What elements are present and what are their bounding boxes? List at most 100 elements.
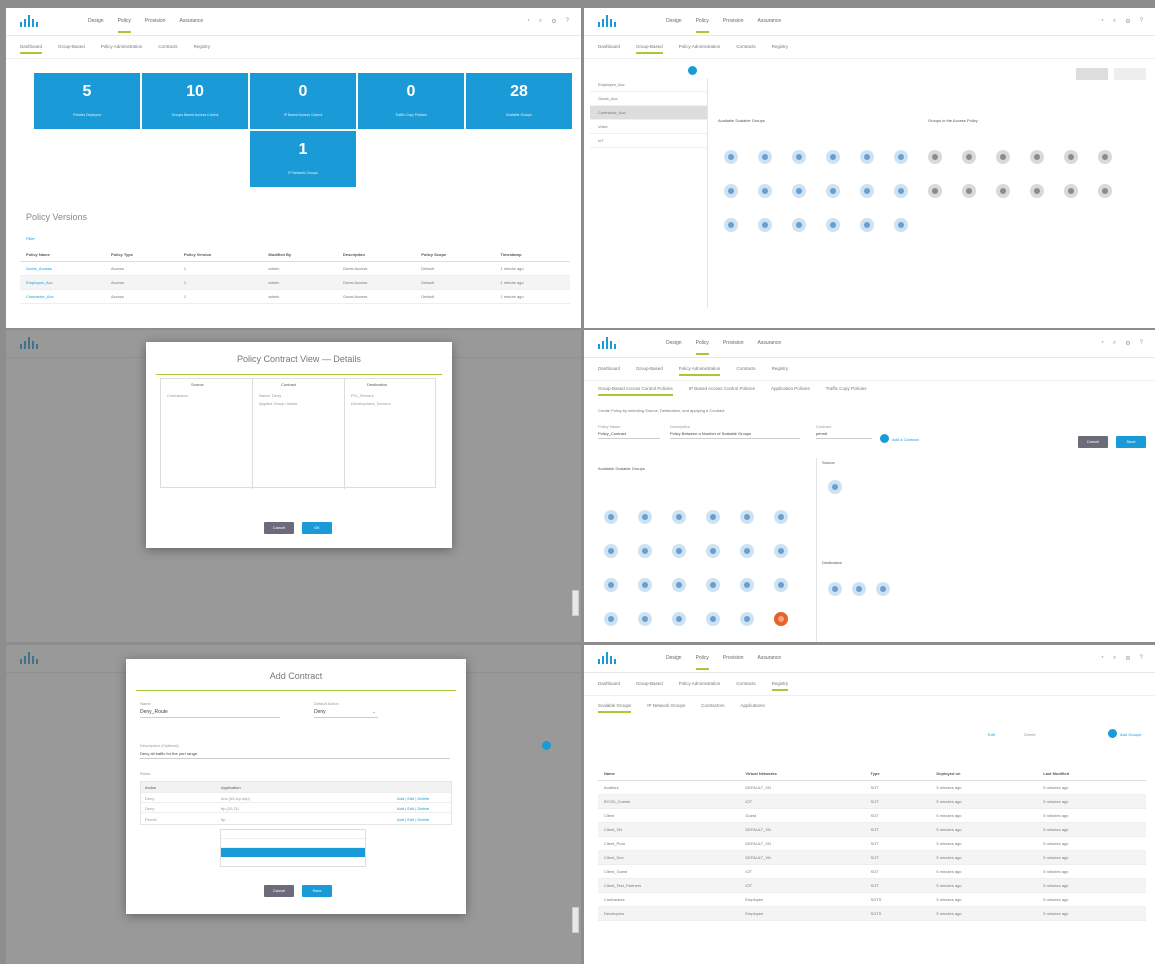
default-action-select[interactable]: Deny <box>314 709 326 715</box>
help-icon[interactable]: ? <box>1140 18 1143 25</box>
side-panel-handle[interactable] <box>572 590 579 616</box>
tab-registry[interactable]: Registry <box>772 366 789 371</box>
table-row[interactable]: Contractor_Acc Access 1 admin Guest Access De… <box>20 289 570 304</box>
scalable-group-icon[interactable] <box>672 510 686 524</box>
bell-icon[interactable]: ◔ <box>1100 655 1104 662</box>
table-row[interactable]: Employee_Acc Access 1 admin Guest Access Defa… <box>20 275 570 290</box>
nav-design[interactable]: Design <box>666 18 682 24</box>
tab-application[interactable]: Application Policies <box>771 386 810 391</box>
scalable-group-icon[interactable] <box>1098 150 1112 164</box>
cancel-button[interactable]: Cancel <box>264 522 294 534</box>
tab-dashboard[interactable]: Dashboard <box>598 44 620 49</box>
scalable-group-icon[interactable] <box>826 218 840 232</box>
contract-value[interactable]: permit <box>816 431 827 436</box>
table-row[interactable]: Permit ftp Add | Edit | Delete <box>141 812 451 824</box>
scalable-group-icon[interactable] <box>724 150 738 164</box>
scalable-group-icon[interactable] <box>996 184 1010 198</box>
table-row[interactable]: BYOD_Guests IOT SGT 5 minutes ago 5 minutes … <box>598 794 1146 809</box>
tab-contractors[interactable]: Contractors <box>701 703 724 708</box>
list-item[interactable]: Voice <box>590 120 707 134</box>
scalable-group-icon[interactable] <box>996 150 1010 164</box>
tab-dashboard[interactable]: Dashboard <box>598 681 620 686</box>
scalable-group-icon[interactable] <box>894 184 908 198</box>
table-row[interactable]: Deny ftp (20,21) Add | Edit | Delete <box>141 802 451 812</box>
dest-group-icon[interactable] <box>828 582 842 596</box>
scalable-group-icon[interactable] <box>740 544 754 558</box>
filter-link[interactable]: Filter <box>26 236 35 241</box>
table-row[interactable]: Client_Dev DEFAULT_VN SGT 5 minutes ago 5 mi… <box>598 850 1146 865</box>
scalable-group-icon[interactable] <box>604 612 618 626</box>
tab-policy-administration[interactable]: Policy Administration <box>678 366 720 376</box>
scalable-group-icon[interactable] <box>1064 184 1078 198</box>
tab-scalable-groups[interactable]: Scalable Groups <box>598 703 632 713</box>
tab-group-based[interactable]: Group-Based <box>58 44 85 49</box>
nav-assurance[interactable]: Assurance <box>758 655 782 661</box>
scalable-group-icon[interactable] <box>792 150 806 164</box>
add-group-icon[interactable] <box>688 66 697 75</box>
help-icon[interactable]: ? <box>1140 655 1143 662</box>
policy-name-value[interactable]: Policy_Contract <box>598 431 626 436</box>
rule-actions[interactable]: Add | Edit | Delete <box>397 817 429 822</box>
tab-policy-administration[interactable]: Policy Administration <box>679 681 721 686</box>
search-icon[interactable]: ⌕ <box>1113 18 1116 25</box>
tile-ip-access[interactable]: 0 IP Based Access Control <box>250 73 356 129</box>
gear-icon[interactable]: ⚙ <box>551 18 556 25</box>
tile-group-access[interactable]: 10 Groups Based Access Control <box>142 73 248 129</box>
tab-dashboard[interactable]: Dashboard <box>598 366 620 371</box>
source-group-icon[interactable] <box>828 480 842 494</box>
nav-policy[interactable]: Policy <box>695 655 710 670</box>
scalable-group-icon[interactable] <box>724 218 738 232</box>
gear-icon[interactable]: ⚙ <box>1125 340 1130 347</box>
tab-group-based[interactable]: Group-Based <box>636 366 663 371</box>
tab-registry[interactable]: Registry <box>771 681 788 691</box>
scalable-group-icon[interactable] <box>638 578 652 592</box>
tab-ip-network-groups[interactable]: IP Network Groups <box>647 703 685 708</box>
cancel-button[interactable] <box>1076 68 1108 80</box>
scalable-group-icon[interactable] <box>604 544 618 558</box>
list-item[interactable]: Employee_Acc <box>590 78 707 92</box>
scalable-group-icon[interactable] <box>1098 184 1112 198</box>
scalable-group-icon[interactable] <box>706 544 720 558</box>
rule-actions[interactable]: Add | Edit | Delete <box>397 806 429 811</box>
nav-design[interactable]: Design <box>88 18 104 24</box>
description-field[interactable]: Deny all traffic for the port range <box>140 751 197 756</box>
scalable-group-icon[interactable] <box>638 544 652 558</box>
nav-provision[interactable]: Provision <box>723 340 744 346</box>
scalable-group-icon[interactable] <box>604 578 618 592</box>
help-icon[interactable]: ? <box>566 18 569 25</box>
scalable-group-icon[interactable] <box>758 218 772 232</box>
scalable-group-icon[interactable] <box>792 218 806 232</box>
dest-group-icon[interactable] <box>852 582 866 596</box>
save-button[interactable]: Save <box>302 885 332 897</box>
tab-contracts[interactable]: Contracts <box>736 366 755 371</box>
tab-policy-administration[interactable]: Policy Administration <box>679 44 721 49</box>
tile-policies-deployed[interactable]: 5 Policies Deployed <box>34 73 140 129</box>
tab-contracts[interactable]: Contracts <box>736 681 755 686</box>
scalable-group-icon[interactable] <box>774 544 788 558</box>
tab-contracts[interactable]: Contracts <box>736 44 755 49</box>
scalable-group-icon[interactable] <box>758 184 772 198</box>
rule-actions[interactable]: Add | Edit | Delete <box>397 796 429 801</box>
scalable-group-icon[interactable] <box>962 150 976 164</box>
scalable-group-icon[interactable] <box>758 150 772 164</box>
nav-design[interactable]: Design <box>666 340 682 346</box>
scalable-group-icon[interactable] <box>860 218 874 232</box>
dest-group-icon[interactable] <box>876 582 890 596</box>
list-item[interactable]: Guest_Acc <box>590 92 707 106</box>
nav-provision[interactable]: Provision <box>145 18 166 24</box>
search-icon[interactable]: ⌕ <box>539 18 542 25</box>
nav-assurance[interactable]: Assurance <box>758 18 782 24</box>
scalable-group-icon[interactable] <box>928 150 942 164</box>
nav-policy[interactable]: Policy <box>695 340 710 355</box>
save-button[interactable] <box>1114 68 1146 80</box>
table-row[interactable]: Client_VN DEFAULT_VN SGT 5 minutes ago 5 min… <box>598 822 1146 837</box>
tile-ip-network-groups[interactable]: 1 IP Network Groups <box>250 131 356 187</box>
table-row[interactable]: Deny dns (53,tcp,udp) Add | Edit | Delet… <box>141 792 451 802</box>
tab-registry[interactable]: Registry <box>772 44 789 49</box>
bell-icon[interactable]: ◔ <box>1100 18 1104 25</box>
nav-provision[interactable]: Provision <box>723 18 744 24</box>
scalable-group-icon[interactable] <box>1064 150 1078 164</box>
gear-icon[interactable]: ⚙ <box>1125 655 1130 662</box>
table-row[interactable]: Guest_Access Access 1 admin Guest Access Defa… <box>20 261 570 276</box>
tab-registry[interactable]: Registry <box>194 44 211 49</box>
